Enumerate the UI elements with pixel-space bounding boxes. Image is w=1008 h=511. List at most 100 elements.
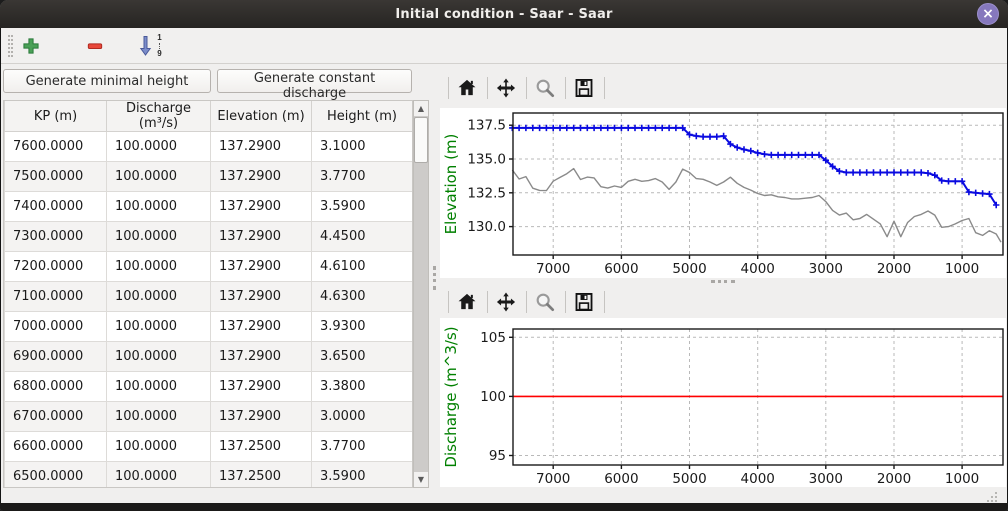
generate-minimal-height-button[interactable]: Generate minimal height [3, 69, 211, 93]
sort-rows-button[interactable]: 1 9 [129, 31, 169, 61]
table-row[interactable]: 7400.0000100.0000137.29003.5900 [5, 192, 413, 222]
y-axis-label: Discharge (m^3/s) [442, 326, 460, 467]
horizontal-splitter-handle[interactable] [711, 280, 735, 283]
column-header[interactable]: Height (m) [312, 101, 413, 132]
table-row[interactable]: 6800.0000100.0000137.29003.3800 [5, 372, 413, 402]
table-cell[interactable]: 6600.0000 [5, 432, 107, 462]
table-cell[interactable]: 137.2900 [211, 402, 312, 432]
elevation-chart-toolbar [443, 72, 610, 104]
table-cell[interactable]: 137.2900 [211, 222, 312, 252]
table-cell[interactable]: 3.3800 [312, 372, 413, 402]
table-cell[interactable]: 3.1000 [312, 132, 413, 162]
x-tick-label: 7000 [536, 471, 570, 487]
column-header[interactable]: Discharge (m³/s) [107, 101, 211, 132]
x-tick-label: 6000 [604, 471, 638, 487]
table-cell[interactable]: 100.0000 [107, 462, 211, 489]
table-cell[interactable]: 6500.0000 [5, 462, 107, 489]
discharge-chart[interactable]: 700060005000400030002000100010510095Disc… [440, 318, 1006, 487]
table-cell[interactable]: 6900.0000 [5, 342, 107, 372]
table-row[interactable]: 7200.0000100.0000137.29004.6100 [5, 252, 413, 282]
table-row[interactable]: 6500.0000100.0000137.25003.5900 [5, 462, 413, 489]
zoom-button[interactable] [532, 288, 560, 316]
pan-button[interactable] [493, 288, 521, 316]
table-cell[interactable]: 137.2900 [211, 252, 312, 282]
home-button[interactable] [454, 74, 482, 102]
table-cell[interactable]: 3.7700 [312, 162, 413, 192]
column-header[interactable]: Elevation (m) [211, 101, 312, 132]
table-cell[interactable]: 7100.0000 [5, 282, 107, 312]
elevation-chart[interactable]: 7000600050004000300020001000137.5135.013… [440, 108, 1006, 278]
table-row[interactable]: 6900.0000100.0000137.29003.6500 [5, 342, 413, 372]
table-cell[interactable]: 7000.0000 [5, 312, 107, 342]
table-cell[interactable]: 7200.0000 [5, 252, 107, 282]
table-row[interactable]: 6600.0000100.0000137.25003.7700 [5, 432, 413, 462]
table-cell[interactable]: 100.0000 [107, 162, 211, 192]
scrollbar-thumb[interactable] [414, 117, 428, 163]
save-button[interactable] [571, 74, 599, 102]
table-cell[interactable]: 100.0000 [107, 192, 211, 222]
resize-grip[interactable] [987, 492, 997, 502]
x-tick-label: 2000 [877, 471, 911, 487]
y-axis-label: Elevation (m) [442, 134, 460, 235]
scroll-down-icon[interactable]: ▼ [414, 472, 428, 487]
table-cell[interactable]: 137.2900 [211, 162, 312, 192]
table-row[interactable]: 7300.0000100.0000137.29004.4500 [5, 222, 413, 252]
discharge-chart-toolbar [443, 286, 610, 318]
table-cell[interactable]: 7300.0000 [5, 222, 107, 252]
home-button[interactable] [454, 288, 482, 316]
table-row[interactable]: 7000.0000100.0000137.29003.9300 [5, 312, 413, 342]
table-cell[interactable]: 3.5900 [312, 462, 413, 489]
table-cell[interactable]: 100.0000 [107, 372, 211, 402]
table-cell[interactable]: 3.9300 [312, 312, 413, 342]
table-cell[interactable]: 100.0000 [107, 342, 211, 372]
table-cell[interactable]: 100.0000 [107, 402, 211, 432]
table-cell[interactable]: 7400.0000 [5, 192, 107, 222]
table-cell[interactable]: 4.4500 [312, 222, 413, 252]
scroll-up-icon[interactable]: ▲ [414, 101, 428, 116]
table-cell[interactable]: 4.6300 [312, 282, 413, 312]
table-cell[interactable]: 3.5900 [312, 192, 413, 222]
table-cell[interactable]: 3.0000 [312, 402, 413, 432]
table-row[interactable]: 7600.0000100.0000137.29003.1000 [5, 132, 413, 162]
table-cell[interactable]: 100.0000 [107, 282, 211, 312]
table-cell[interactable]: 137.2900 [211, 312, 312, 342]
table-cell[interactable]: 7600.0000 [5, 132, 107, 162]
toolbar-separator [565, 291, 566, 313]
close-icon: × [982, 7, 994, 21]
table-row[interactable]: 7100.0000100.0000137.29004.6300 [5, 282, 413, 312]
table-cell[interactable]: 137.2900 [211, 132, 312, 162]
table-scrollbar[interactable]: ▲ ▼ [413, 100, 429, 488]
table-cell[interactable]: 137.2900 [211, 192, 312, 222]
vertical-splitter-handle[interactable] [433, 266, 436, 290]
table-cell[interactable]: 137.2900 [211, 342, 312, 372]
table-cell[interactable]: 137.2900 [211, 372, 312, 402]
pan-button[interactable] [493, 74, 521, 102]
generate-constant-discharge-button[interactable]: Generate constant discharge [217, 69, 412, 93]
table-body: 7600.0000100.0000137.29003.10007500.0000… [5, 132, 413, 489]
table-cell[interactable]: 3.7700 [312, 432, 413, 462]
table-cell[interactable]: 100.0000 [107, 312, 211, 342]
add-row-button[interactable] [11, 31, 51, 61]
x-tick-label: 3000 [809, 471, 843, 487]
zoom-button[interactable] [532, 74, 560, 102]
column-header[interactable]: KP (m) [5, 101, 107, 132]
save-button[interactable] [571, 288, 599, 316]
table-cell[interactable]: 137.2900 [211, 282, 312, 312]
table-row[interactable]: 6700.0000100.0000137.29003.0000 [5, 402, 413, 432]
table-cell[interactable]: 6800.0000 [5, 372, 107, 402]
close-button[interactable]: × [977, 3, 999, 25]
table-cell[interactable]: 100.0000 [107, 432, 211, 462]
table-cell[interactable]: 137.2500 [211, 432, 312, 462]
table-cell[interactable]: 137.2500 [211, 462, 312, 489]
table-cell[interactable]: 100.0000 [107, 222, 211, 252]
table-cell[interactable]: 100.0000 [107, 252, 211, 282]
table-cell[interactable]: 7500.0000 [5, 162, 107, 192]
table-cell[interactable]: 6700.0000 [5, 402, 107, 432]
table-cell[interactable]: 4.6100 [312, 252, 413, 282]
table-cell[interactable]: 3.6500 [312, 342, 413, 372]
toolbar-separator [565, 77, 566, 99]
table-cell[interactable]: 100.0000 [107, 132, 211, 162]
table-row[interactable]: 7500.0000100.0000137.29003.7700 [5, 162, 413, 192]
titlebar[interactable]: Initial condition - Saar - Saar × [0, 0, 1008, 28]
remove-row-button[interactable] [75, 31, 115, 61]
